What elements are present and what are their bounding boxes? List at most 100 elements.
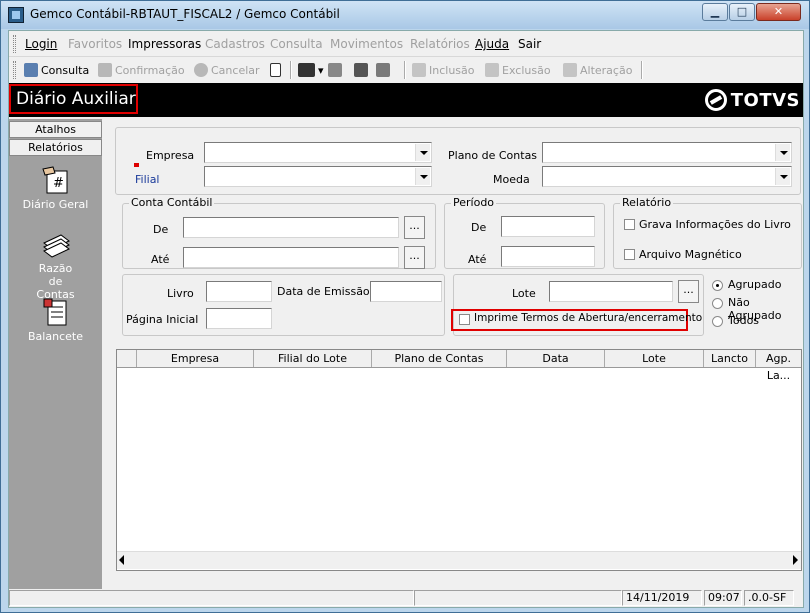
maximize-button[interactable]: □	[729, 3, 755, 21]
grid-col-agp[interactable]: Agp. La...	[756, 350, 801, 382]
toolbar-separator	[404, 61, 406, 79]
agrupado-radio[interactable]	[712, 280, 723, 291]
consulta-button[interactable]: Consulta	[24, 63, 89, 77]
arquivo-checkbox[interactable]	[624, 249, 635, 260]
confirmacao-button[interactable]: Confirmação	[98, 63, 185, 77]
agrupado-label: Agrupado	[728, 278, 782, 291]
page-title: Diário Auxiliar	[9, 84, 138, 114]
conta-de-lookup-button[interactable]: ...	[404, 216, 425, 239]
periodo-de-label: De	[471, 221, 487, 234]
nao-agrupado-radio[interactable]	[712, 298, 723, 309]
menu-favoritos[interactable]: Favoritos	[68, 37, 122, 51]
grid-col-filial[interactable]: Filial do Lote	[254, 350, 372, 367]
grava-checkbox[interactable]	[624, 219, 635, 230]
export-icon	[328, 63, 342, 77]
todos-radio[interactable]	[712, 316, 723, 327]
menu-movimentos[interactable]: Movimentos	[330, 37, 403, 51]
header-bar: Diário Auxiliar TOTVS	[9, 83, 803, 117]
data-emissao-input[interactable]	[370, 281, 442, 302]
title-bar[interactable]: Gemco Contábil-RBTAUT_FISCAL2 / Gemco Co…	[1, 1, 809, 29]
exclusao-button[interactable]: Exclusão	[485, 63, 551, 77]
new-document-icon	[270, 63, 281, 77]
plano-select[interactable]	[542, 142, 792, 163]
conta-ate-label: Até	[151, 253, 170, 266]
conta-ate-lookup-button[interactable]: ...	[404, 246, 425, 269]
status-bar: 14/11/2019 09:07 .0.0-SF	[9, 589, 803, 607]
menu-grip	[13, 35, 16, 53]
close-button[interactable]: ✕	[756, 3, 801, 21]
lote-input[interactable]	[549, 281, 673, 302]
minimize-button[interactable]: ▁	[702, 3, 728, 21]
grid-col-empresa[interactable]: Empresa	[137, 350, 254, 367]
conta-de-input[interactable]	[183, 217, 399, 238]
empresa-label: Empresa	[146, 149, 195, 162]
chevron-down-icon	[775, 144, 790, 161]
print-button[interactable]	[354, 63, 371, 77]
moeda-label: Moeda	[493, 173, 530, 186]
sidebar-item-razao[interactable]: Razão de Contas	[9, 229, 102, 301]
menu-impressoras[interactable]: Impressoras	[128, 37, 201, 51]
periodo-de-input[interactable]	[501, 216, 595, 237]
moeda-select[interactable]	[542, 166, 792, 187]
print-setup-button[interactable]	[376, 63, 393, 77]
livro-input[interactable]	[206, 281, 272, 302]
status-empty	[414, 590, 622, 606]
menu-relatorios[interactable]: Relatórios	[410, 37, 470, 51]
lote-label: Lote	[512, 287, 536, 300]
relatorio-group: Relatório Grava Informações do Livro Arq…	[613, 196, 802, 269]
cancelar-button[interactable]: Cancelar	[194, 63, 260, 77]
status-message	[9, 590, 414, 606]
imprime-termos-label: Imprime Termos de Abertura/encerramento	[474, 312, 703, 324]
pagina-inicial-input[interactable]	[206, 308, 272, 329]
export-button[interactable]	[328, 63, 345, 77]
report-form: Empresa Filial Plano de Contas Moeda Con…	[102, 119, 803, 589]
sidebar-tab-atalhos[interactable]: Atalhos	[9, 121, 102, 138]
toolbar-separator	[290, 61, 292, 79]
livro-group: Livro Data de Emissão Página Inicial	[122, 274, 445, 336]
lotes-grid[interactable]: Empresa Filial do Lote Plano de Contas D…	[116, 349, 802, 571]
cancel-icon	[194, 63, 208, 77]
scroll-right-icon[interactable]	[793, 555, 798, 565]
save-icon	[98, 63, 112, 77]
toolbar: Consulta Confirmação Cancelar ▾ Inclusão…	[9, 58, 803, 82]
find-button[interactable]: ▾	[298, 63, 324, 77]
empresa-select[interactable]	[204, 142, 432, 163]
grid-col-lote[interactable]: Lote	[605, 350, 704, 367]
search-doc-icon	[24, 63, 38, 77]
ledger-stack-icon	[41, 229, 71, 259]
sidebar-item-diario-geral[interactable]: # Diário Geral	[9, 165, 102, 211]
grava-label: Grava Informações do Livro	[639, 218, 791, 231]
grid-col-data[interactable]: Data	[507, 350, 605, 367]
menu-login[interactable]: Login	[25, 37, 57, 51]
sidebar-item-balancete[interactable]: Balancete	[9, 297, 102, 343]
menu-ajuda[interactable]: Ajuda	[475, 37, 509, 51]
arquivo-label: Arquivo Magnético	[639, 248, 742, 261]
plano-label: Plano de Contas	[448, 149, 538, 162]
balance-sheet-icon	[41, 297, 71, 327]
relatorio-title: Relatório	[620, 196, 674, 209]
alteracao-button[interactable]: Alteração	[563, 63, 632, 77]
app-icon	[8, 7, 24, 23]
conta-ate-input[interactable]	[183, 247, 399, 268]
sidebar-tab-relatorios[interactable]: Relatórios	[9, 139, 102, 156]
add-icon	[412, 63, 426, 77]
grid-col-lancto[interactable]: Lancto	[704, 350, 756, 367]
grid-col-plano[interactable]: Plano de Contas	[372, 350, 507, 367]
sidebar: Atalhos Relatórios # Diário Geral Razão …	[9, 119, 102, 589]
imprime-termos-checkbox[interactable]	[459, 314, 470, 325]
svg-text:#: #	[53, 176, 64, 191]
new-document-button[interactable]	[270, 63, 284, 77]
menu-cadastros[interactable]: Cadastros	[205, 37, 265, 51]
filter-group: Empresa Filial Plano de Contas Moeda	[115, 127, 801, 195]
menu-sair[interactable]: Sair	[518, 37, 541, 51]
chevron-down-icon	[415, 144, 430, 161]
scroll-left-icon[interactable]	[119, 555, 124, 565]
horizontal-scrollbar[interactable]	[117, 551, 801, 569]
lote-lookup-button[interactable]: ...	[678, 280, 699, 303]
printer-icon	[354, 63, 368, 77]
periodo-ate-input[interactable]	[501, 246, 595, 267]
inclusao-button[interactable]: Inclusão	[412, 63, 475, 77]
menu-consulta[interactable]: Consulta	[270, 37, 323, 51]
filial-select[interactable]	[204, 166, 432, 187]
totvs-logo: TOTVS	[704, 89, 800, 111]
